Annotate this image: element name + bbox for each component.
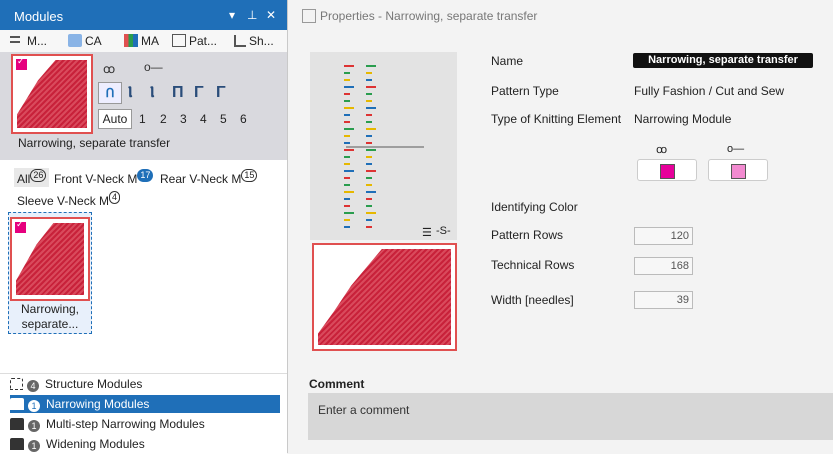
tab-ma[interactable]: MA	[124, 30, 159, 52]
panel-title: Modules	[14, 9, 64, 24]
preview-caption: Narrowing, separate transfer	[18, 136, 171, 150]
auto-button[interactable]: Auto	[98, 109, 132, 129]
module-card[interactable]: Narrowing, separate...	[8, 212, 92, 334]
tab-shape[interactable]: Sh...	[234, 30, 274, 52]
ca-icon	[68, 34, 82, 47]
properties-panel: Properties - Narrowing, separate transfe…	[290, 0, 833, 453]
technical-rows-label: Technical Rows	[491, 258, 575, 272]
scissors-icon[interactable]: -S-	[436, 225, 451, 237]
comment-label: Comment	[309, 377, 365, 391]
width-label: Width [needles]	[491, 293, 574, 307]
transfer-type-3-button[interactable]: Ⲓ	[150, 84, 155, 102]
shape-icon	[234, 35, 246, 47]
double-loop-icon: ꝏ	[656, 144, 667, 156]
tree-item-multi-step-narrowing[interactable]: 1 Multi-step Narrowing Modules	[10, 415, 280, 433]
checkmark-badge-icon	[14, 219, 27, 234]
pattern-rows-label: Pattern Rows	[491, 228, 564, 242]
step-number[interactable]: 6	[240, 112, 247, 126]
filter-front-v-neck[interactable]: Front V-Neck M 17	[54, 169, 154, 186]
step-number[interactable]: 1	[139, 112, 146, 126]
color-swatch-double[interactable]	[637, 159, 697, 181]
module-card-thumbnail	[10, 217, 90, 301]
comment-textarea[interactable]: Enter a comment	[308, 393, 833, 440]
module-card-caption: Narrowing, separate...	[20, 302, 80, 331]
knit-preview-image	[312, 243, 457, 351]
technical-rows-field[interactable]: 168	[634, 257, 693, 275]
module-category-tree: 4 Structure Modules 1 Narrowing Modules 1M…	[0, 373, 287, 454]
color-swatch-single[interactable]	[708, 159, 768, 181]
tree-item-structure-modules[interactable]: 4 Structure Modules	[10, 375, 280, 393]
dropdown-icon[interactable]: ▾	[229, 8, 235, 22]
modules-title-bar: Modules ▾ ⊥ ✕	[0, 0, 287, 30]
structure-icon	[10, 378, 23, 390]
properties-title: Properties - Narrowing, separate transfe…	[320, 9, 538, 23]
transfer-type-2-button[interactable]: Ⲓ	[128, 84, 133, 102]
identifying-color-label: Identifying Color	[491, 200, 578, 214]
shirt-icon	[10, 398, 24, 410]
pattern-preview: ☰ -S-	[310, 52, 457, 240]
filter-sleeve-v-neck[interactable]: Sleeve V-Neck M4	[17, 191, 121, 208]
properties-title-bar: Properties - Narrowing, separate transfe…	[290, 0, 833, 30]
width-field[interactable]: 39	[634, 291, 693, 309]
pattern-rows-field[interactable]: 120	[634, 227, 693, 245]
knitting-element-value: Narrowing Module	[634, 112, 732, 126]
pattern-type-value: Fully Fashion / Cut and Sew	[634, 84, 785, 98]
double-loop-icon: ꝏ	[103, 62, 115, 76]
color-chip	[731, 164, 746, 179]
module-grid: Narrowing, separate...	[0, 210, 287, 373]
tree-item-widening-modules[interactable]: 1 Widening Modules	[10, 435, 280, 453]
tab-ca[interactable]: CA	[68, 30, 102, 52]
name-label: Name	[491, 54, 524, 68]
modules-panel: Modules ▾ ⊥ ✕ M... CA MA Pat... Sh... ꝏ …	[0, 0, 288, 454]
single-loop-icon: o—	[727, 143, 745, 155]
shirt-icon	[10, 418, 24, 430]
transfer-type-5-button[interactable]: Γ	[194, 84, 204, 102]
modules-icon	[10, 34, 24, 47]
module-preview: ꝏ o— ꓵ Ⲓ Ⲓ Π Γ Γ Auto 1 2 3 4 5 6 Narrow…	[0, 52, 287, 160]
checkmark-badge-icon	[15, 56, 28, 71]
tab-pattern[interactable]: Pat...	[172, 30, 217, 52]
transfer-type-1-button[interactable]: ꓵ	[98, 82, 122, 104]
pattern-icon	[172, 34, 186, 47]
properties-icon	[302, 9, 316, 23]
close-icon[interactable]: ✕	[266, 8, 276, 22]
name-field[interactable]: Narrowing, separate transfer	[633, 53, 813, 68]
tree-item-narrowing-modules[interactable]: 1 Narrowing Modules	[10, 395, 280, 413]
module-tabs: M... CA MA Pat... Sh...	[0, 30, 287, 54]
color-chip	[660, 164, 675, 179]
step-number[interactable]: 5	[220, 112, 227, 126]
single-loop-icon: o—	[144, 60, 163, 74]
step-number[interactable]: 4	[200, 112, 207, 126]
stitch-pattern-graphic	[344, 65, 424, 228]
step-number[interactable]: 2	[160, 112, 167, 126]
database-icon[interactable]: ☰	[422, 226, 432, 239]
pattern-type-label: Pattern Type	[491, 84, 559, 98]
ma-icon	[124, 34, 138, 47]
shirt-icon	[10, 438, 24, 450]
preview-thumbnail[interactable]	[11, 54, 93, 134]
step-number[interactable]: 3	[180, 112, 187, 126]
filter-rear-v-neck[interactable]: Rear V-Neck M 15	[160, 169, 258, 186]
pin-icon[interactable]: ⊥	[247, 8, 257, 22]
tab-modules[interactable]: M...	[10, 30, 47, 54]
filter-all[interactable]: All 26	[14, 168, 50, 187]
knitting-element-label: Type of Knitting Element	[491, 112, 622, 126]
comment-placeholder: Enter a comment	[318, 403, 410, 417]
transfer-type-6-button[interactable]: Γ	[216, 84, 226, 102]
transfer-type-4-button[interactable]: Π	[172, 84, 184, 102]
category-filter: All 26 Front V-Neck M 17 Rear V-Neck M 15 S…	[0, 160, 287, 211]
